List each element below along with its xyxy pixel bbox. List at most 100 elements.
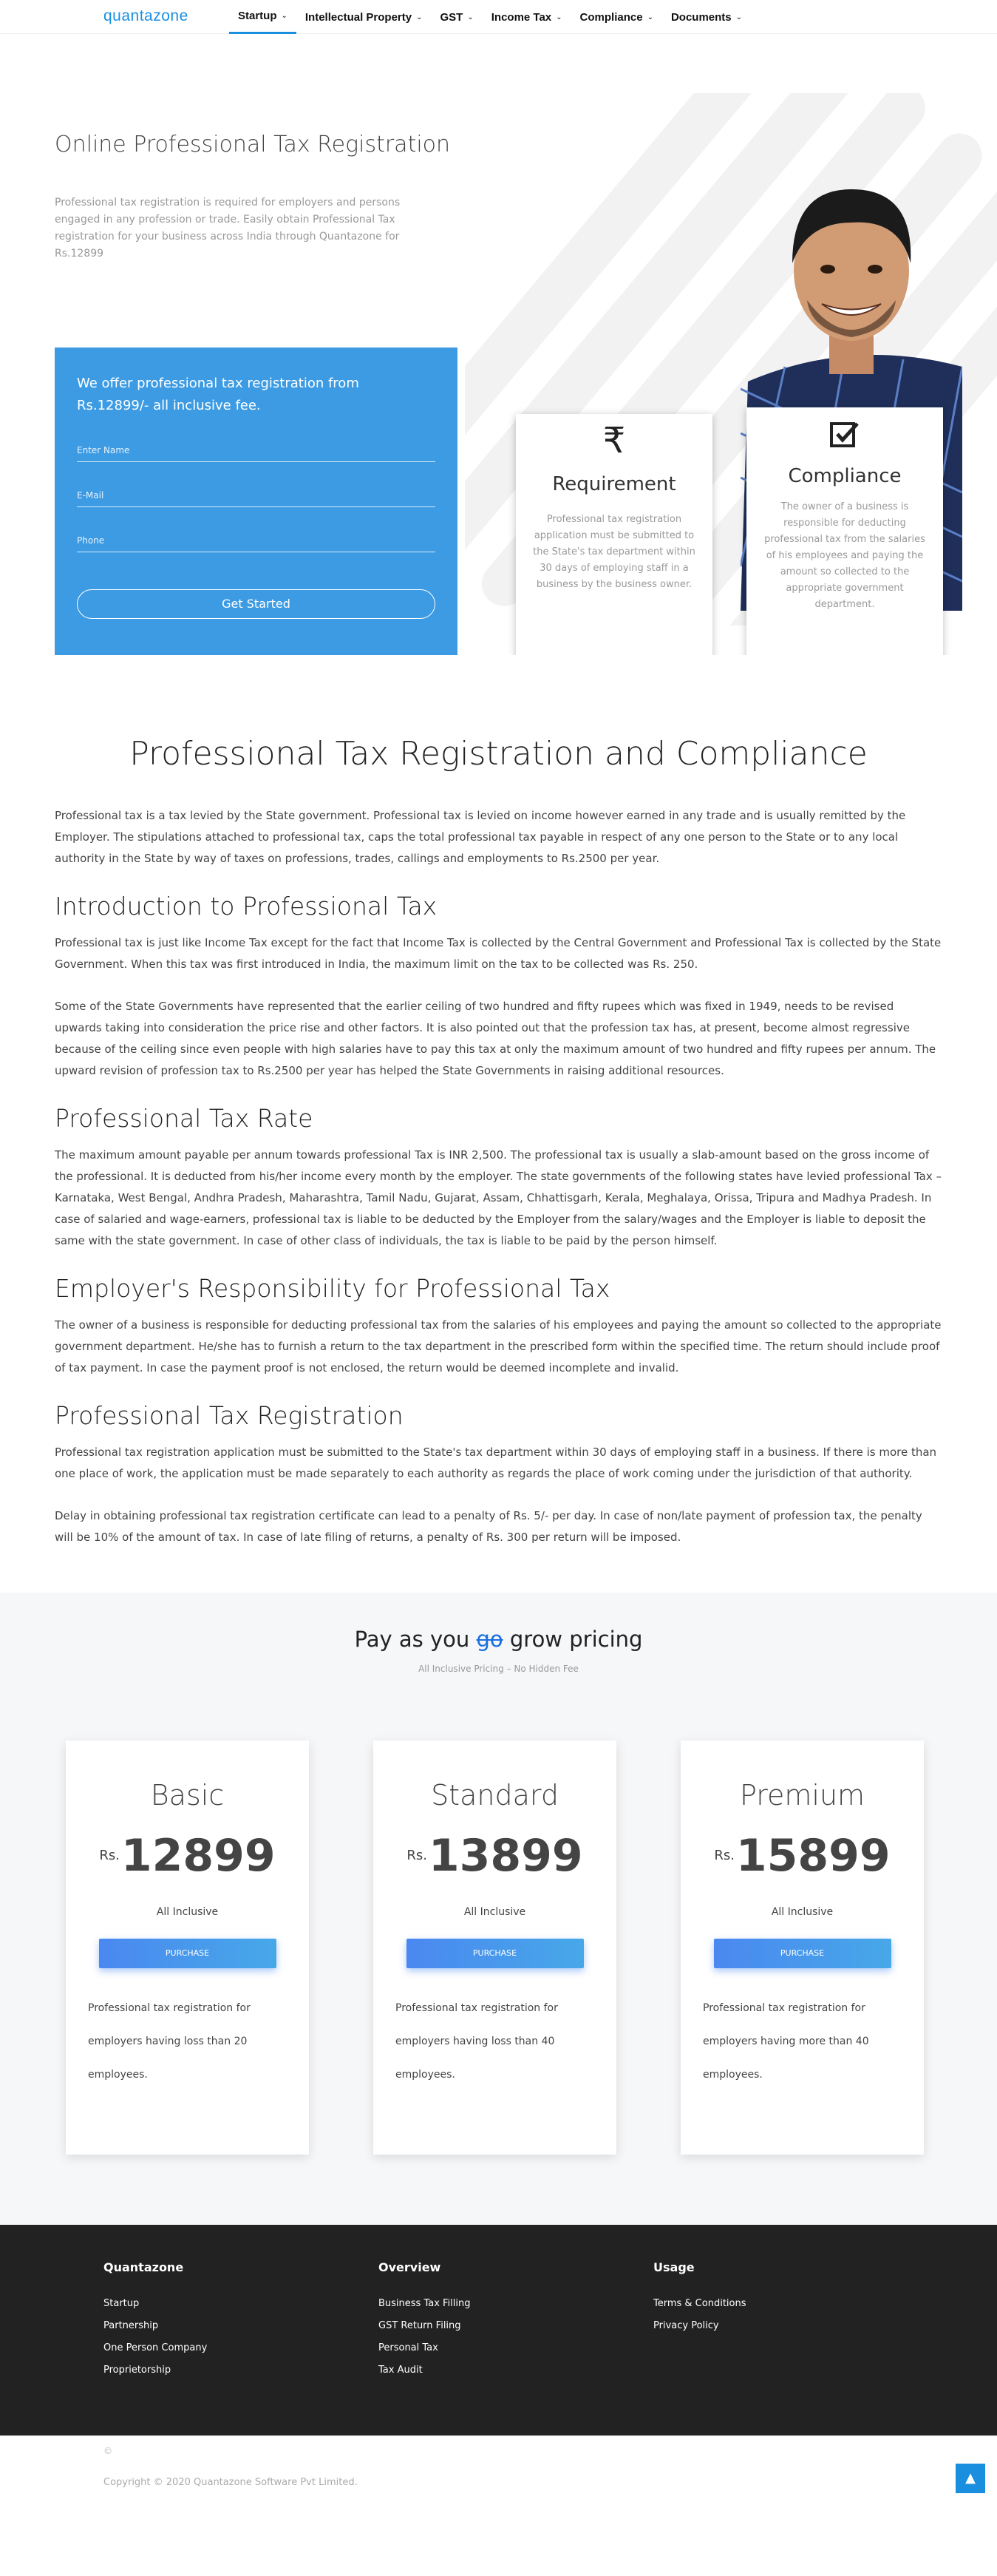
section-paragraph: The maximum amount payable per annum tow… <box>55 1148 942 1247</box>
hero-description: Professional tax registration is require… <box>55 197 401 260</box>
intro-paragraph: Professional tax is a tax levied by the … <box>55 809 906 865</box>
plan-price: Rs.13899 <box>373 1834 616 1878</box>
nav-item-compliance[interactable]: Compliance ⌄ <box>571 0 662 34</box>
footer-column-quantazone: Quantazone Startup Partnership One Perso… <box>103 2260 207 2382</box>
nav-label: Income Tax <box>491 10 552 24</box>
offer-heading: We offer professional tax registration f… <box>77 376 359 413</box>
rupee-icon: ₹ <box>602 420 626 461</box>
chevron-down-icon: ⌄ <box>735 13 743 21</box>
nav-item-intellectual-property[interactable]: Intellectual Property ⌄ <box>296 0 432 34</box>
nav-label: Compliance <box>579 10 643 24</box>
chevron-down-icon: ⌄ <box>281 12 287 20</box>
chevron-down-icon: ⌄ <box>416 13 423 21</box>
footer-link[interactable]: Privacy Policy <box>653 2315 746 2337</box>
plans: Basic Rs.12899 All Inclusive PURCHASE Pr… <box>66 1741 933 2155</box>
nav-item-income-tax[interactable]: Income Tax ⌄ <box>483 0 571 34</box>
chevron-down-icon: ⌄ <box>467 13 474 21</box>
plan-premium: Premium Rs.15899 All Inclusive PURCHASE … <box>681 1741 924 2155</box>
card-title: Compliance <box>788 465 902 487</box>
email-field[interactable]: E-Mail <box>77 484 435 507</box>
compliance-card: Compliance The owner of a business is re… <box>746 407 943 655</box>
copyright-bar: © Copyright © 2020 Quantazone Software P… <box>0 2436 997 2502</box>
footer-link[interactable]: Proprietorship <box>103 2359 207 2382</box>
requirement-card: ₹ Requirement Professional tax registrat… <box>516 414 712 655</box>
footer-link[interactable]: Business Tax Filling <box>378 2293 471 2315</box>
nav-item-gst[interactable]: GST ⌄ <box>432 0 483 34</box>
nav-item-documents[interactable]: Documents ⌄ <box>662 0 751 34</box>
nav-label: GST <box>440 10 463 24</box>
name-field[interactable]: Enter Name <box>77 439 435 462</box>
card-text: The owner of a business is responsible f… <box>764 501 925 610</box>
hero-section: Online Professional Tax Registration Pro… <box>0 34 997 655</box>
nav-label: Documents <box>670 10 732 24</box>
pricing-title-pre: Pay as you <box>354 1627 477 1652</box>
footer-link[interactable]: Terms & Conditions <box>653 2293 746 2315</box>
pricing-section: Pay as you go grow pricing All Inclusive… <box>0 1593 997 2225</box>
plan-amount: 12899 <box>120 1830 276 1882</box>
plan-name: Standard <box>431 1779 559 1811</box>
section-paragraph: The owner of a business is responsible f… <box>55 1318 942 1375</box>
nav-menu: Startup ⌄ Intellectual Property ⌄ GST ⌄ Inc… <box>229 0 751 34</box>
nav-label: Intellectual Property <box>304 10 412 24</box>
plan-amount: 15899 <box>735 1830 891 1882</box>
top-navbar: quantazone Startup ⌄ Intellectual Propert… <box>0 0 997 34</box>
plan-inclusive: All Inclusive <box>463 1906 526 1918</box>
plan-currency: Rs. <box>406 1848 427 1863</box>
plan-standard: Standard Rs.13899 All Inclusive PURCHASE… <box>373 1741 616 2155</box>
plan-description: Professional tax registration for employ… <box>88 2002 251 2081</box>
footer-link[interactable]: Personal Tax <box>378 2337 471 2359</box>
purchase-button[interactable]: PURCHASE <box>713 1939 891 1968</box>
arrow-up-icon[interactable]: ▲ <box>956 2464 985 2493</box>
footer-column-overview: Overview Business Tax Filling GST Return… <box>378 2260 471 2382</box>
nav-item-startup[interactable]: Startup ⌄ <box>229 0 296 34</box>
get-started-button[interactable]: Get Started <box>77 589 435 619</box>
section-heading: Employer's Responsibility for Profession… <box>55 1274 610 1303</box>
plan-amount: 13899 <box>428 1830 583 1882</box>
footer-heading: Overview <box>378 2260 441 2274</box>
chevron-down-icon: ⌄ <box>647 13 653 21</box>
purchase-button[interactable]: PURCHASE <box>98 1939 276 1968</box>
pricing-subtitle: All Inclusive Pricing – No Hidden Fee <box>418 1664 579 1674</box>
footer-link[interactable]: Startup <box>103 2293 207 2315</box>
checkbox-icon <box>763 418 927 459</box>
section-paragraph: Professional tax is just like Income Tax… <box>55 936 942 971</box>
copyright-text: Copyright © 2020 Quantazone Software Pvt… <box>103 2477 358 2488</box>
plan-description: Professional tax registration for employ… <box>395 2002 558 2081</box>
footer: Quantazone Startup Partnership One Perso… <box>0 2225 997 2436</box>
card-text: Professional tax registration applicatio… <box>533 514 695 590</box>
footer-link[interactable]: GST Return Filing <box>378 2315 471 2337</box>
purchase-button[interactable]: PURCHASE <box>406 1939 584 1968</box>
footer-column-usage: Usage Terms & Conditions Privacy Policy <box>653 2260 746 2337</box>
section-heading: Introduction to Professional Tax <box>55 892 438 921</box>
footer-heading: Usage <box>653 2260 695 2274</box>
plan-basic: Basic Rs.12899 All Inclusive PURCHASE Pr… <box>66 1741 309 2155</box>
page-title: Professional Tax Registration and Compli… <box>129 735 868 773</box>
section-paragraph: Delay in obtaining professional tax regi… <box>55 1509 922 1544</box>
footer-link[interactable]: One Person Company <box>103 2337 207 2359</box>
pricing-title-post: grow pricing <box>503 1627 643 1652</box>
article: Professional Tax Registration and Compli… <box>0 735 997 1548</box>
plan-name: Basic <box>150 1779 225 1811</box>
footer-heading: Quantazone <box>103 2260 184 2274</box>
section-heading: Professional Tax Rate <box>55 1104 313 1133</box>
pricing-title-strike: go <box>476 1627 503 1652</box>
plan-currency: Rs. <box>99 1848 120 1863</box>
offer-form: We offer professional tax registration f… <box>55 348 457 655</box>
plan-price: Rs.15899 <box>681 1834 924 1878</box>
section-paragraph: Professional tax registration applicatio… <box>55 1445 937 1480</box>
copyright-symbol: © <box>103 2446 112 2456</box>
footer-link[interactable]: Partnership <box>103 2315 207 2337</box>
plan-currency: Rs. <box>714 1848 735 1863</box>
pricing-title: Pay as you go grow pricing <box>0 1593 997 1652</box>
section-paragraph: Some of the State Governments have repre… <box>55 1000 936 1077</box>
footer-link[interactable]: Tax Audit <box>378 2359 471 2382</box>
plan-description: Professional tax registration for employ… <box>703 2002 869 2081</box>
card-title: Requirement <box>552 473 676 495</box>
plan-price: Rs.12899 <box>66 1834 309 1878</box>
logo[interactable]: quantazone <box>103 7 188 25</box>
plan-inclusive: All Inclusive <box>156 1906 219 1918</box>
plan-name: Premium <box>739 1779 865 1811</box>
phone-field[interactable]: Phone <box>77 529 435 552</box>
chevron-down-icon: ⌄ <box>556 13 562 21</box>
section-heading: Professional Tax Registration <box>55 1401 404 1430</box>
